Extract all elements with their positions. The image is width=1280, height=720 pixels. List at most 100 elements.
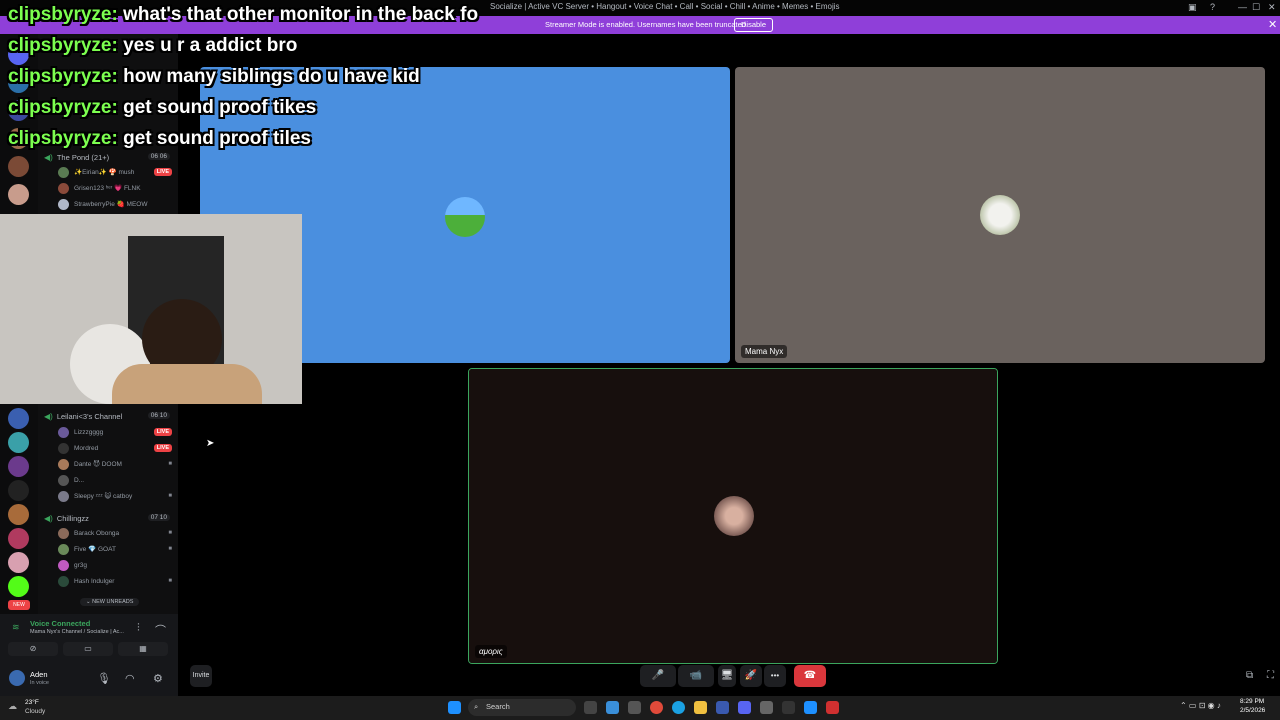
inbox-icon[interactable]: ▣	[1188, 2, 1197, 13]
username: Aden	[30, 670, 48, 679]
avatar	[58, 475, 69, 486]
voice-user[interactable]: Dante 😈 DOOM ■	[58, 459, 176, 473]
app-icon[interactable]	[804, 701, 817, 714]
user-status: In voice	[30, 680, 49, 686]
app-icon[interactable]	[716, 701, 729, 714]
voice-channel-chillingzz[interactable]: ◀) Chillingzz	[44, 514, 89, 523]
windows-taskbar: ☁ 23°F Cloudy ⌕ Search ⌃ ▭ ⊡ ◉ ♪ 8:29 PM…	[0, 696, 1280, 720]
chrome-icon[interactable]	[650, 701, 663, 714]
new-unreads-pill[interactable]: ⌄ NEW UNREADS	[80, 598, 140, 606]
speaker-icon: ◀)	[44, 412, 53, 421]
voice-user[interactable]: Lizzzgggg LIVE	[58, 427, 176, 441]
weather-desc[interactable]: Cloudy	[25, 708, 45, 715]
server-icon[interactable]	[8, 456, 29, 477]
server-icon[interactable]	[8, 576, 29, 597]
screen-share-button[interactable]: ▭	[63, 642, 113, 656]
server-icon[interactable]	[8, 432, 29, 453]
voice-channel-pond[interactable]: ◀) The Pond (21+)	[44, 153, 109, 162]
app-icon[interactable]	[760, 701, 773, 714]
voice-user[interactable]: Hash Indulger ■	[58, 576, 176, 590]
discord-icon[interactable]	[738, 701, 751, 714]
channel-user-count: 06 06	[147, 153, 170, 160]
user-avatar[interactable]	[9, 670, 25, 686]
help-icon[interactable]: ?	[1210, 2, 1215, 12]
invite-button[interactable]: Invite	[190, 665, 212, 687]
voice-connection-panel: ≋ Voice Connected Mama Nyx's Channel / S…	[0, 614, 178, 696]
voice-channel-link[interactable]: Mama Nyx's Channel / Socialize | Ac...	[30, 629, 124, 635]
server-icon[interactable]	[8, 480, 29, 501]
streamer-mode-message: Streamer Mode is enabled. Usernames have…	[545, 20, 749, 29]
voice-user[interactable]: D...	[58, 475, 176, 489]
server-icon[interactable]	[8, 184, 29, 205]
voice-user[interactable]: Five 💎 GOAT ■	[58, 544, 176, 558]
speaker-icon: ◀)	[44, 153, 53, 162]
disconnect-icon[interactable]: ⌒	[155, 622, 166, 638]
camera-icon: ■	[168, 493, 172, 499]
leave-call-button[interactable]: ☎	[794, 665, 826, 687]
activity-launch-button[interactable]: 🚀	[740, 665, 762, 687]
more-options-button[interactable]: •••	[764, 665, 786, 687]
chat-message: clipsbyryze: get sound proof tikes	[8, 97, 317, 118]
server-icon[interactable]	[8, 504, 29, 525]
channel-user-count: 07 10	[147, 514, 170, 521]
voice-user[interactable]: Mordred LIVE	[58, 443, 176, 457]
video-button[interactable]: 📹	[678, 665, 714, 687]
voice-user[interactable]: Grisen123 ʰᵉʳ 💗 FLNK	[58, 183, 176, 197]
camera-icon: ■	[168, 546, 172, 552]
close-window-button[interactable]: ✕	[1268, 2, 1276, 13]
settings-gear-icon[interactable]: ⚙	[153, 672, 163, 685]
voice-user[interactable]: ✨Eirian✨ 🍄 mush LIVE	[58, 167, 176, 181]
clock-time[interactable]: 8:29 PM	[1240, 698, 1264, 705]
terminal-icon[interactable]	[782, 701, 795, 714]
camera-icon: ■	[168, 530, 172, 536]
weather-temp[interactable]: 23°F	[25, 699, 39, 706]
mic-button[interactable]: 🎤	[640, 665, 676, 687]
camera-icon: ■	[168, 461, 172, 467]
avatar	[58, 491, 69, 502]
voice-channel-leilani[interactable]: ◀) Leilani<3's Channel	[44, 412, 122, 421]
minimize-button[interactable]: —	[1238, 2, 1247, 12]
share-screen-button[interactable]: 🖥	[718, 665, 736, 687]
participant-name: αμορις	[475, 645, 507, 658]
person-shirt	[112, 364, 262, 404]
voice-user[interactable]: Sleepy ᶻᶻᶻ 😺 catboy ■	[58, 491, 176, 505]
app-icon[interactable]	[628, 701, 641, 714]
avatar	[714, 496, 754, 536]
server-icon[interactable]	[8, 552, 29, 573]
activity-button[interactable]: ▦	[118, 642, 168, 656]
avatar	[58, 167, 69, 178]
avatar	[58, 528, 69, 539]
popout-icon[interactable]: ⧉	[1246, 670, 1253, 681]
task-view-icon[interactable]	[584, 701, 597, 714]
file-explorer-icon[interactable]	[694, 701, 707, 714]
chat-message: clipsbyryze: what's that other monitor i…	[8, 4, 479, 25]
participant-name: Mama Nyx	[741, 345, 788, 358]
server-icon[interactable]	[8, 408, 29, 429]
server-icon[interactable]	[8, 528, 29, 549]
start-button[interactable]	[448, 701, 461, 714]
camera-toggle-button[interactable]: ⊘	[8, 642, 58, 656]
noise-suppression-icon[interactable]: ⫶	[137, 622, 140, 635]
voice-tile-mama-nyx[interactable]: Mama Nyx	[735, 67, 1265, 363]
clock-date[interactable]: 2/5/2026	[1240, 707, 1265, 714]
copilot-icon[interactable]	[606, 701, 619, 714]
chat-message: clipsbyryze: get sound proof tiles	[8, 128, 311, 149]
voice-user[interactable]: StrawberryPie 🍓 MEOW	[58, 199, 176, 213]
edge-icon[interactable]	[672, 701, 685, 714]
voice-user[interactable]: gr3g	[58, 560, 176, 574]
maximize-button[interactable]: ☐	[1252, 2, 1260, 13]
headphones-icon[interactable]: ◠	[125, 672, 135, 685]
close-banner-icon[interactable]: ✕	[1268, 18, 1277, 31]
microphone-icon[interactable]: 🎙	[97, 672, 111, 685]
live-badge: LIVE	[153, 428, 172, 436]
tray-icons[interactable]: ⌃ ▭ ⊡ ◉ ♪	[1180, 701, 1221, 710]
disable-streamer-mode-button[interactable]: Disable	[734, 18, 774, 32]
server-icon[interactable]	[8, 156, 29, 177]
voice-connected-label[interactable]: Voice Connected	[30, 619, 90, 628]
voice-user[interactable]: Barack Obonga ■	[58, 528, 176, 542]
avatar	[445, 197, 485, 237]
taskbar-search[interactable]: ⌕ Search	[468, 699, 576, 716]
fullscreen-icon[interactable]: ⛶	[1267, 670, 1274, 681]
voice-tile-speaking[interactable]: αμορις	[468, 368, 998, 664]
app-icon[interactable]	[826, 701, 839, 714]
